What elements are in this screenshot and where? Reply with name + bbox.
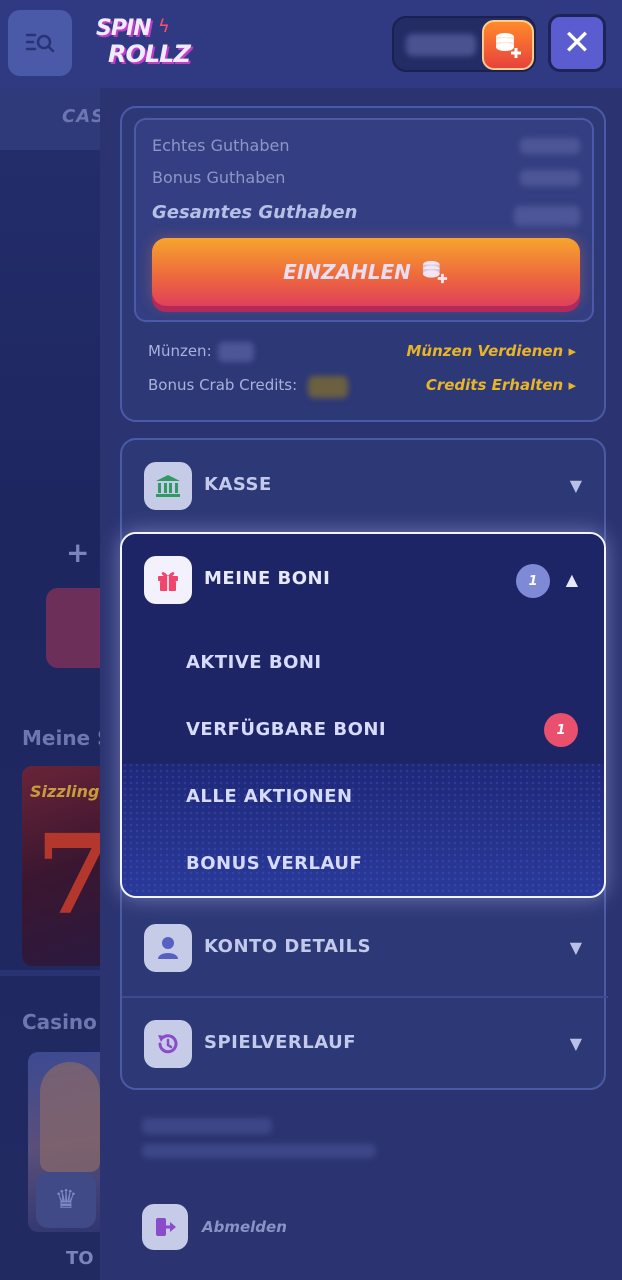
submenu-available-bonuses[interactable]: VERFÜGBARE BONI bbox=[186, 719, 386, 740]
coins-label: Münzen: bbox=[148, 342, 212, 360]
real-balance-label: Echtes Guthaben bbox=[152, 136, 290, 155]
lightning-icon: ϟ bbox=[158, 16, 170, 37]
earn-coins-link[interactable]: Münzen Verdienen ▸ bbox=[406, 342, 576, 360]
chevron-down-icon: ▼ bbox=[569, 938, 582, 957]
my-bonuses-count-badge: 1 bbox=[516, 564, 550, 598]
chevron-right-icon: ▸ bbox=[568, 376, 576, 394]
crown-icon: ♛ bbox=[36, 1172, 96, 1228]
logout-icon[interactable] bbox=[142, 1204, 188, 1250]
gift-icon bbox=[144, 556, 192, 604]
history-icon bbox=[144, 1020, 192, 1068]
my-bonuses-panel: MEINE BONI 1 ▲ AKTIVE BONI VERFÜGBARE BO… bbox=[120, 532, 606, 898]
chevron-down-icon: ▼ bbox=[569, 476, 582, 495]
support-info-hidden bbox=[142, 1118, 272, 1134]
logout-link[interactable]: Abmelden bbox=[202, 1218, 287, 1236]
close-icon: ✕ bbox=[562, 23, 592, 63]
menu-item-my-bonuses[interactable]: MEINE BONI bbox=[204, 568, 330, 589]
crab-credits-value-hidden bbox=[308, 376, 348, 398]
chevron-right-icon: ▸ bbox=[568, 342, 576, 360]
coins-plus-icon bbox=[422, 260, 447, 284]
background-game-character bbox=[40, 1062, 100, 1172]
menu-item-cashier[interactable]: KASSE ▼ bbox=[122, 440, 608, 532]
coins-value-hidden bbox=[218, 342, 254, 362]
background-plus-icon: + bbox=[66, 536, 90, 569]
search-menu-button[interactable] bbox=[8, 10, 72, 76]
logo-text-rollz: ROLLZ bbox=[108, 40, 191, 68]
real-balance-value-hidden bbox=[520, 138, 580, 154]
menu-item-game-history[interactable]: SPIELVERLAUF ▼ bbox=[122, 998, 608, 1090]
deposit-coins-button[interactable] bbox=[482, 20, 534, 70]
bonus-balance-value-hidden bbox=[520, 170, 580, 186]
search-menu-icon bbox=[25, 33, 55, 53]
available-bonuses-count: 1 bbox=[556, 722, 566, 738]
top-bar: SPIN ϟ ROLLZ ✕ bbox=[0, 0, 622, 88]
wallet-card: Echtes Guthaben Bonus Guthaben Gesamtes … bbox=[120, 106, 606, 422]
available-bonuses-count-badge: 1 bbox=[544, 713, 578, 747]
submenu-all-promotions[interactable]: ALLE AKTIONEN bbox=[186, 786, 353, 807]
background-game-title: Sizzling bbox=[30, 782, 100, 801]
crab-credits-label: Bonus Crab Credits: bbox=[148, 376, 298, 394]
total-balance-value-hidden bbox=[514, 206, 580, 226]
earn-coins-link-label: Münzen Verdienen bbox=[406, 342, 564, 360]
menu-label-cashier: KASSE bbox=[204, 474, 272, 495]
close-button[interactable]: ✕ bbox=[548, 14, 606, 72]
background-game-label: TO bbox=[66, 1248, 94, 1269]
coins-plus-icon bbox=[496, 33, 521, 58]
submenu-active-bonuses[interactable]: AKTIVE BONI bbox=[186, 652, 322, 673]
deposit-label: EINZAHLEN bbox=[283, 260, 411, 284]
deposit-button[interactable]: EINZAHLEN bbox=[152, 238, 580, 306]
menu-item-account-details[interactable]: KONTO DETAILS ▼ bbox=[122, 900, 608, 996]
spinrollz-logo[interactable]: SPIN ϟ ROLLZ bbox=[96, 16, 196, 72]
my-bonuses-count: 1 bbox=[528, 573, 538, 589]
wallet-balances: Echtes Guthaben Bonus Guthaben Gesamtes … bbox=[134, 118, 594, 322]
menu-label-game-history: SPIELVERLAUF bbox=[204, 1032, 356, 1053]
get-credits-link-label: Credits Erhalten bbox=[425, 376, 564, 394]
bank-icon bbox=[144, 462, 192, 510]
user-icon bbox=[144, 924, 192, 972]
total-balance-label: Gesamtes Guthaben bbox=[152, 202, 358, 223]
chevron-up-icon[interactable]: ▲ bbox=[566, 570, 578, 589]
support-contact-hidden bbox=[142, 1144, 376, 1158]
chevron-down-icon: ▼ bbox=[569, 1034, 582, 1053]
get-credits-link[interactable]: Credits Erhalten ▸ bbox=[426, 376, 576, 394]
menu-label-account-details: KONTO DETAILS bbox=[204, 936, 372, 957]
balance-amount-hidden bbox=[406, 34, 476, 56]
bonus-balance-label: Bonus Guthaben bbox=[152, 168, 286, 187]
background-section-title: Meine S bbox=[22, 726, 112, 750]
submenu-bonus-history[interactable]: BONUS VERLAUF bbox=[186, 853, 362, 874]
logo-text-spin: SPIN bbox=[96, 16, 152, 41]
background-section-title-casino: Casino bbox=[22, 1010, 97, 1034]
balance-pill[interactable] bbox=[392, 16, 536, 72]
